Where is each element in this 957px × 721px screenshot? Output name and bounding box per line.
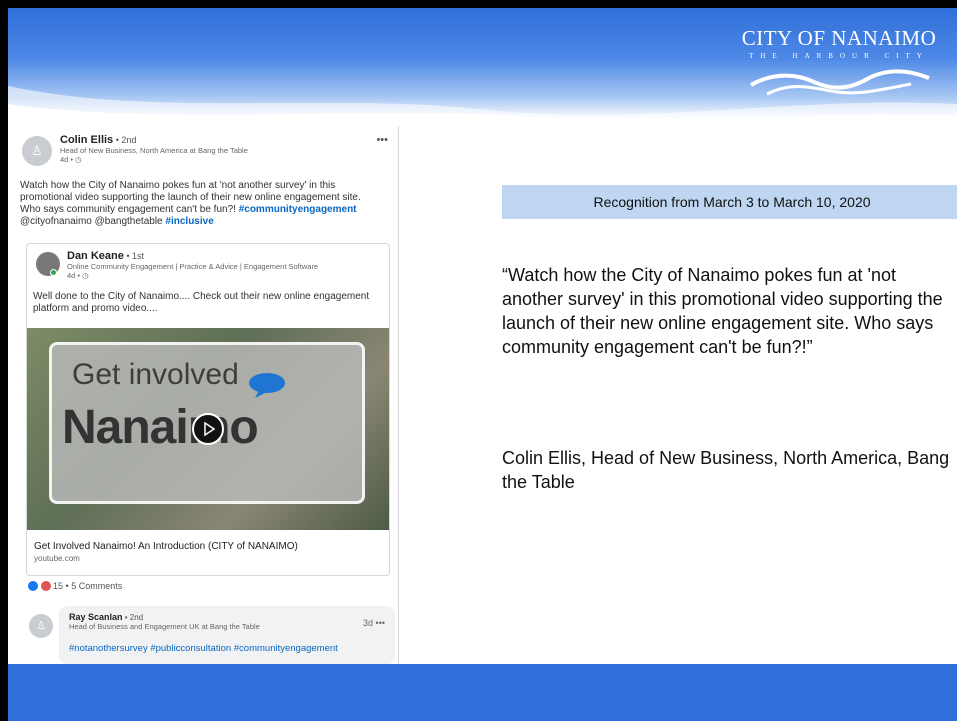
speech-bubble-icon [249, 373, 285, 398]
online-status-icon [50, 269, 57, 276]
more-options-icon[interactable]: ••• [376, 134, 388, 146]
wave-logo-icon [750, 69, 930, 96]
comment-more-icon[interactable]: ••• [376, 618, 385, 628]
connection-degree: • 2nd [113, 135, 137, 145]
avatar-icon[interactable]: ♙ [22, 136, 52, 166]
avatar-icon[interactable]: ♙ [29, 614, 53, 638]
comment-header: Ray Scanlan • 2nd Head of Business and E… [69, 612, 319, 631]
reaction-count[interactable]: 15 • 5 Comments [53, 581, 122, 591]
post-text-block: Watch how the City of Nanaimo pokes fun … [20, 180, 380, 228]
link-source[interactable]: youtube.com [34, 554, 80, 563]
video-title-line1: Get involved [72, 358, 239, 391]
play-button-icon[interactable] [192, 413, 224, 445]
shared-post-time: 4d • ◷ [67, 271, 89, 280]
comment-time: 3d [363, 618, 374, 628]
slide: CITY OF NANAIMO THE HARBOUR CITY ♙ Colin… [8, 8, 957, 721]
recognition-heading: Recognition from March 3 to March 10, 20… [502, 185, 957, 219]
comment-author-headline: Head of Business and Engagement UK at Ba… [69, 622, 260, 631]
post-time: 4d • ◷ [60, 155, 82, 164]
shared-author[interactable]: Dan Keane [67, 250, 124, 262]
shared-author-headline: Online Community Engagement | Practice &… [67, 262, 319, 271]
comment-meta: 3d ••• [363, 618, 385, 628]
link-title[interactable]: Get Involved Nanaimo! An Introduction (C… [34, 541, 298, 552]
post-author-line[interactable]: Colin Ellis • 2nd [60, 134, 360, 146]
logo-subtitle: THE HARBOUR CITY [749, 52, 929, 60]
recognition-quote: “Watch how the City of Nanaimo pokes fun… [502, 265, 943, 357]
shared-author-line[interactable]: Dan Keane • 1st [67, 250, 377, 262]
hashtag-link[interactable]: #inclusive [165, 216, 213, 227]
play-triangle-icon [204, 421, 216, 437]
linkedin-post: ♙ Colin Ellis • 2nd Head of New Business… [16, 126, 399, 666]
shared-post-text: Well done to the City of Nanaimo.... Che… [33, 291, 370, 314]
logo-title: CITY OF NANAIMO [741, 26, 937, 50]
comment-author-line[interactable]: Ray Scanlan • 2nd [69, 612, 319, 622]
video-thumbnail[interactable]: Get involved Nanaimo [27, 328, 389, 530]
video-title-line2: Nanaimo [62, 401, 259, 454]
post-header: Colin Ellis • 2nd Head of New Business, … [60, 134, 360, 164]
author-headline: Head of New Business, North America at B… [60, 146, 248, 155]
city-logo[interactable]: CITY OF NANAIMO THE HARBOUR CITY [739, 26, 939, 96]
mentions[interactable]: @cityofnanaimo @bangthetable [20, 216, 163, 227]
comment-hashtags[interactable]: #notanothersurvey #publicconsultation #c… [69, 643, 338, 654]
reaction-summary[interactable]: 15 • 5 Comments [28, 581, 388, 591]
header-banner: CITY OF NANAIMO THE HARBOUR CITY [8, 8, 957, 120]
connection-degree: • 1st [123, 251, 145, 261]
comment-box: Ray Scanlan • 2nd Head of Business and E… [59, 606, 395, 664]
comment-author[interactable]: Ray Scanlan [69, 612, 123, 622]
quote-attribution: Colin Ellis, Head of New Business, North… [502, 448, 950, 492]
connection-degree: • 2nd [122, 613, 144, 622]
love-icon [40, 581, 51, 591]
shared-post-header: Dan Keane • 1st Online Community Engagem… [67, 250, 377, 280]
shared-post-card: Dan Keane • 1st Online Community Engagem… [26, 243, 390, 576]
like-icon [28, 581, 38, 591]
hashtag-link[interactable]: #communityengagement [239, 204, 357, 215]
post-author[interactable]: Colin Ellis [60, 134, 113, 146]
footer-bar [8, 664, 957, 721]
